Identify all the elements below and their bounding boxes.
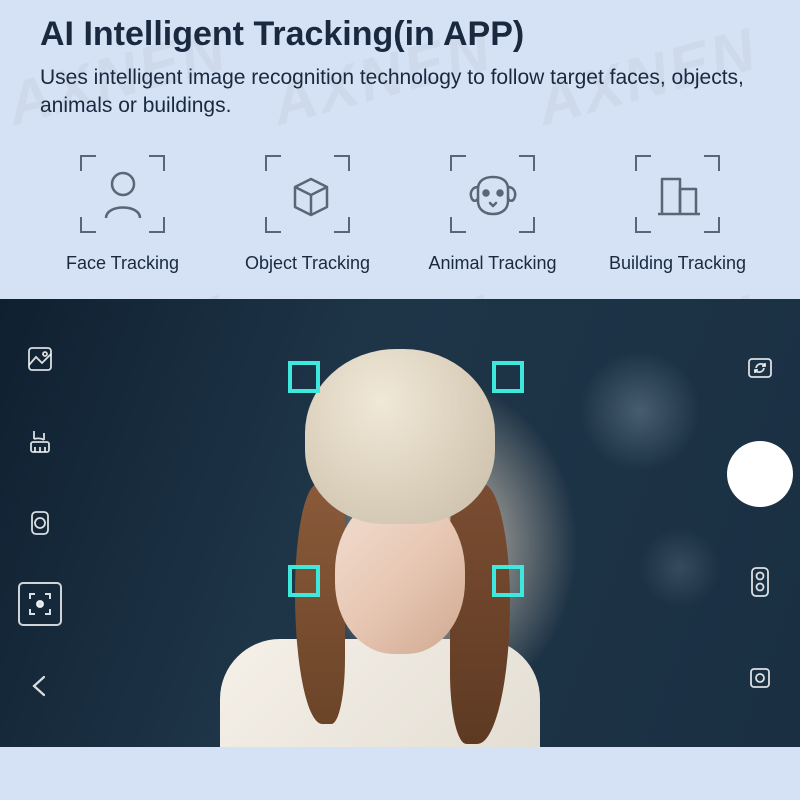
page-title: AI Intelligent Tracking(in APP): [40, 15, 760, 54]
feature-label: Animal Tracking: [428, 253, 556, 274]
feature-building-tracking: Building Tracking: [595, 149, 760, 274]
left-toolbar: [5, 299, 75, 747]
dog-bracket-icon: [440, 149, 545, 239]
feature-animal-tracking: Animal Tracking: [410, 149, 575, 274]
feature-face-tracking: Face Tracking: [40, 149, 205, 274]
info-panel: AI Intelligent Tracking(in APP) Uses int…: [0, 0, 800, 299]
feature-label: Face Tracking: [66, 253, 179, 274]
feature-label: Building Tracking: [609, 253, 746, 274]
timer-icon[interactable]: [18, 419, 62, 463]
feature-row: Face Tracking Object Tracking: [40, 149, 760, 274]
shutter-button[interactable]: [727, 441, 793, 507]
feature-label: Object Tracking: [245, 253, 370, 274]
person-bracket-icon: [70, 149, 175, 239]
right-toolbar: [725, 299, 795, 747]
page-subtitle: Uses intelligent image recognition techn…: [40, 64, 760, 121]
flip-camera-icon[interactable]: [738, 345, 782, 389]
focus-mode-icon[interactable]: [18, 582, 62, 626]
flash-icon[interactable]: [18, 501, 62, 545]
back-icon[interactable]: [18, 664, 62, 708]
camera-viewport: [0, 299, 800, 747]
tracking-indicator: [288, 361, 524, 597]
gallery-icon[interactable]: [18, 337, 62, 381]
cube-bracket-icon: [255, 149, 360, 239]
building-bracket-icon: [625, 149, 730, 239]
lens-select-icon[interactable]: [738, 560, 782, 604]
feature-object-tracking: Object Tracking: [225, 149, 390, 274]
settings-icon[interactable]: [738, 656, 782, 700]
